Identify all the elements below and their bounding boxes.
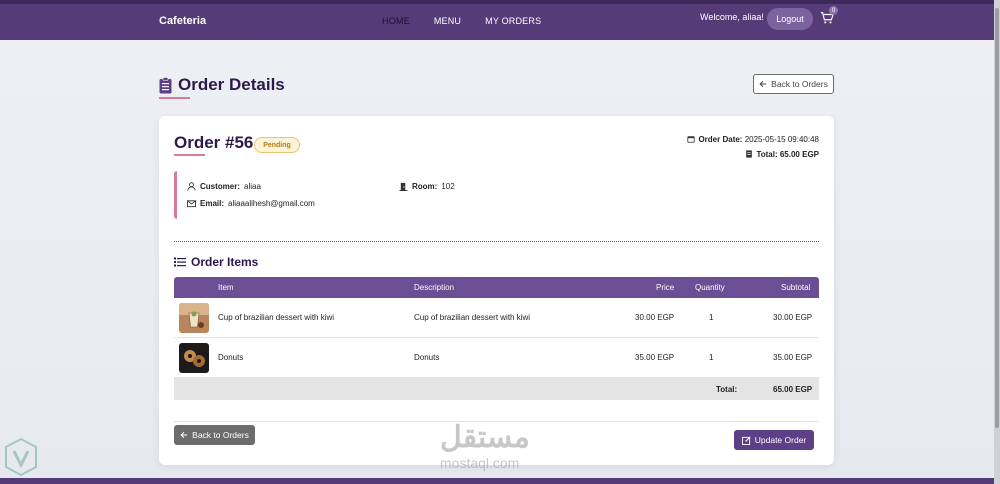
table-total-row: Total: 65.00 EGP <box>174 378 819 400</box>
page-title: Order Details <box>159 75 285 95</box>
customer-info-box: Customer: aliaa Room: 102 Email: aliaaal… <box>174 171 819 219</box>
order-meta: Order Date: 2025-05-15 09:40:48 Total: 6… <box>687 132 819 162</box>
order-date-value: 2025-05-15 09:40:48 <box>744 135 819 144</box>
header-quantity: Quantity <box>695 283 725 292</box>
calendar-icon <box>687 136 696 143</box>
order-items-table: Item Description Price Quantity Subtotal… <box>174 277 819 400</box>
room-value: 102 <box>441 182 455 191</box>
order-total-value: 65.00 EGP <box>779 150 819 159</box>
nav-my-orders[interactable]: MY ORDERS <box>485 16 541 26</box>
order-card: Order #56 Pending Order Date: 2025-05-15… <box>159 116 834 465</box>
welcome-text: Welcome, aliaa! <box>700 12 764 22</box>
email-row: Email: aliaaalihesh@gmail.com <box>187 199 315 208</box>
scrollbar[interactable] <box>994 0 1000 484</box>
logout-button[interactable]: Logout <box>767 8 813 30</box>
section-divider <box>174 241 819 242</box>
order-title: Order #56 <box>174 133 254 152</box>
item-name: Cup of brazilian dessert with kiwi <box>218 313 335 322</box>
back-to-orders-button[interactable]: Back to Orders <box>174 425 255 445</box>
order-items-title: Order Items <box>191 255 259 269</box>
item-price: 30.00 EGP <box>635 313 675 322</box>
item-quantity: 1 <box>709 313 714 322</box>
room-label: Room: <box>412 182 438 191</box>
table-total-label: Total: <box>716 385 738 394</box>
item-price: 35.00 EGP <box>635 353 675 362</box>
top-navbar: Cafeteria HOME MENU MY ORDERS <box>0 0 994 40</box>
list-icon <box>174 257 186 267</box>
order-items-heading: Order Items <box>174 255 258 269</box>
header-description: Description <box>414 283 455 292</box>
dessert-thumbnail <box>179 303 209 333</box>
order-title-underline <box>174 154 205 156</box>
page-title-text: Order Details <box>178 75 285 94</box>
item-name: Donuts <box>218 353 244 362</box>
order-date-line: Order Date: 2025-05-15 09:40:48 <box>687 132 819 147</box>
header-item: Item <box>218 283 234 292</box>
back-to-orders-label: Back to Orders <box>192 430 249 440</box>
nav-home[interactable]: HOME <box>382 16 410 26</box>
header-subtotal: Subtotal <box>781 283 811 292</box>
status-badge: Pending <box>254 137 300 153</box>
order-date-label: Order Date: <box>698 135 743 144</box>
edit-icon <box>741 435 751 445</box>
customer-value: aliaa <box>244 182 261 191</box>
item-subtotal: 30.00 EGP <box>773 313 813 322</box>
watermark-text: مستقل <box>440 421 530 454</box>
brand-logo[interactable]: Cafeteria <box>159 15 206 27</box>
customer-row: Customer: aliaa <box>187 182 261 191</box>
update-order-label: Update Order <box>754 435 807 445</box>
customer-label: Customer: <box>200 182 241 191</box>
footer-strip <box>0 478 994 484</box>
table-row: Donuts Donuts 35.00 EGP 1 35.00 EGP <box>174 338 819 378</box>
arrow-left-icon <box>180 431 188 439</box>
email-value: aliaaalihesh@gmail.com <box>228 199 315 208</box>
order-total-label: Total: <box>756 150 778 159</box>
update-order-button[interactable]: Update Order <box>734 430 814 450</box>
arrow-left-icon <box>759 80 767 88</box>
back-to-orders-button-top[interactable]: Back to Orders <box>753 74 834 94</box>
item-subtotal: 35.00 EGP <box>773 353 813 362</box>
scrollbar-thumb[interactable] <box>995 8 999 428</box>
header-price: Price <box>656 283 675 292</box>
title-underline <box>159 97 190 99</box>
envelope-icon <box>187 200 196 208</box>
watermark-logo-icon <box>5 437 37 477</box>
table-row: Cup of brazilian dessert with kiwi Cup o… <box>174 298 819 338</box>
order-total-line: Total: 65.00 EGP <box>687 147 819 162</box>
item-quantity: 1 <box>709 353 714 362</box>
room-row: Room: 102 <box>399 182 455 191</box>
table-total-value: 65.00 EGP <box>773 385 813 394</box>
donut-thumbnail <box>179 343 209 373</box>
cart-count-badge: 0 <box>829 6 838 15</box>
back-to-orders-label: Back to Orders <box>771 79 828 89</box>
user-icon <box>187 182 196 191</box>
receipt-icon <box>746 150 753 158</box>
door-icon <box>399 182 408 191</box>
table-header: Item Description Price Quantity Subtotal <box>174 277 819 298</box>
watermark-subtext: mostaql.com <box>440 455 520 471</box>
email-label: Email: <box>200 199 225 208</box>
nav-menu[interactable]: MENU <box>434 16 461 26</box>
item-description: Donuts <box>414 353 440 362</box>
clipboard-list-icon <box>159 76 172 93</box>
item-description: Cup of brazilian dessert with kiwi <box>414 313 531 322</box>
nav-links: HOME MENU MY ORDERS <box>382 16 541 26</box>
